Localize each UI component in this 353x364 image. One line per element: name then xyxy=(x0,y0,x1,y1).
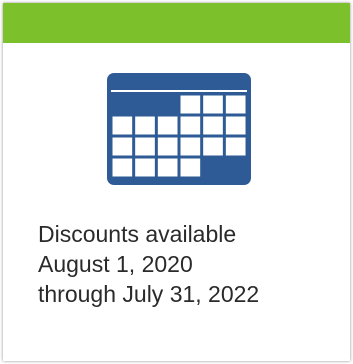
promo-text: Discounts available August 1, 2020 throu… xyxy=(38,219,259,309)
calendar-cell xyxy=(180,95,201,114)
calendar-cell xyxy=(225,116,246,135)
calendar-cell xyxy=(203,116,223,135)
calendar-cell xyxy=(135,158,155,177)
promo-line-1: Discounts available xyxy=(38,221,237,247)
calendar-cell xyxy=(180,158,201,177)
calendar-icon xyxy=(107,73,251,185)
calendar-cell xyxy=(157,158,178,177)
calendar-cell xyxy=(180,116,201,135)
promo-line-3: through July 31, 2022 xyxy=(38,281,260,307)
calendar-cell xyxy=(225,137,246,156)
promo-card: Discounts available August 1, 2020 throu… xyxy=(3,3,350,361)
calendar-cell xyxy=(112,158,133,177)
accent-bar xyxy=(3,3,350,43)
promo-line-2: August 1, 2020 xyxy=(38,251,193,277)
calendar-cell xyxy=(135,116,155,135)
calendar-cell xyxy=(157,116,178,135)
calendar-cell xyxy=(225,95,246,114)
calendar-cell xyxy=(112,137,133,156)
calendar-cell xyxy=(203,95,223,114)
calendar-cell xyxy=(157,137,178,156)
calendar-cell xyxy=(180,137,201,156)
calendar-highlight-block xyxy=(201,157,248,178)
calendar-cell xyxy=(135,137,155,156)
calendar-cell xyxy=(203,137,223,156)
calendar-highlight-block xyxy=(111,94,180,115)
calendar-cell xyxy=(112,116,133,135)
